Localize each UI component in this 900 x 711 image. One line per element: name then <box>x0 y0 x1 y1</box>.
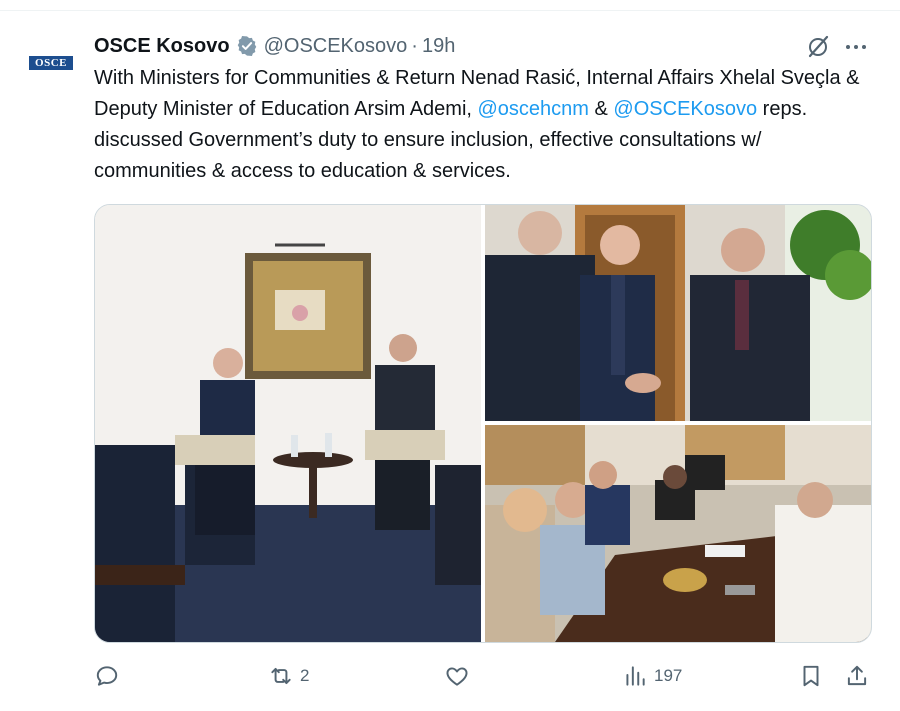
bookmark-icon <box>803 665 819 687</box>
share-button[interactable] <box>844 658 870 694</box>
tweet-header: OSCE Kosovo @OSCEKosovo · 19h <box>94 32 455 60</box>
grok-icon[interactable] <box>804 34 832 60</box>
repost-icon <box>271 667 291 685</box>
divider <box>0 10 900 11</box>
share-icon <box>847 665 867 686</box>
repost-count: 2 <box>300 666 310 685</box>
media-grid <box>94 204 872 643</box>
timestamp[interactable]: 19h <box>422 35 455 58</box>
repost-button[interactable]: 2 <box>268 658 309 694</box>
mention-link[interactable]: @OSCEKosovo <box>613 98 757 120</box>
reply-button[interactable] <box>94 658 126 694</box>
views-button[interactable]: 197 <box>622 658 682 694</box>
views-icon <box>626 666 645 686</box>
tweet-text-part: & <box>588 98 614 120</box>
action-bar: 2 197 <box>94 658 874 694</box>
separator-dot: · <box>411 34 418 57</box>
tweet-text: With Ministers for Communities & Return … <box>94 63 874 187</box>
tweet-card[interactable]: OSCE OSCE Kosovo @OSCEKosovo · 19h With … <box>0 0 900 711</box>
views-count: 197 <box>654 666 683 685</box>
verified-badge-icon <box>237 36 256 56</box>
avatar[interactable]: OSCE <box>22 34 80 92</box>
like-button[interactable] <box>444 658 476 694</box>
mention-link[interactable]: @oscehcnm <box>478 98 589 120</box>
reply-icon <box>96 666 118 686</box>
author-handle[interactable]: @OSCEKosovo <box>264 35 408 58</box>
photo-meeting-sofa[interactable] <box>95 205 481 642</box>
like-icon <box>446 667 468 686</box>
more-icon[interactable] <box>842 34 870 60</box>
bookmark-button[interactable] <box>798 658 824 694</box>
photo-conference-table[interactable] <box>485 425 871 642</box>
osce-logo: OSCE <box>29 56 73 70</box>
author-name[interactable]: OSCE Kosovo <box>94 35 230 58</box>
photo-handshake[interactable] <box>485 205 871 421</box>
